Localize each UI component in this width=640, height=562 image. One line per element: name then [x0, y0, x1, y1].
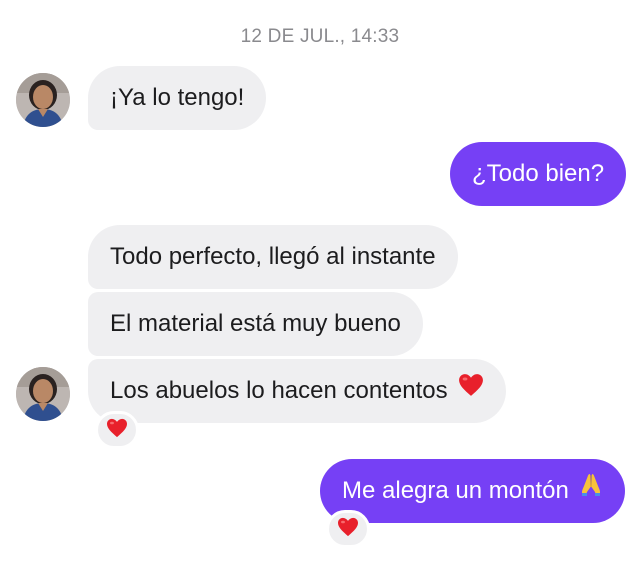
incoming-message-bubble[interactable]: Todo perfecto, llegó al instante	[88, 225, 458, 289]
contact-avatar[interactable]	[16, 73, 70, 127]
heart-icon	[106, 418, 128, 443]
message-text: ¡Ya lo tengo!	[110, 84, 245, 111]
outgoing-message-bubble[interactable]: ¿Todo bien?	[450, 142, 627, 206]
message-text: ¿Todo bien?	[472, 160, 605, 187]
incoming-message-bubble[interactable]: El material está muy bueno	[88, 292, 423, 356]
message-reaction[interactable]	[95, 411, 139, 449]
incoming-message-bubble[interactable]: Los abuelos lo hacen contentos	[88, 358, 507, 423]
heart-icon	[458, 358, 484, 422]
heart-icon	[337, 517, 359, 542]
message-text: Me alegra un montón	[342, 477, 569, 504]
contact-avatar[interactable]	[16, 367, 70, 421]
message-text: El material está muy bueno	[110, 310, 401, 337]
folded-hands-icon	[579, 458, 603, 522]
outgoing-message-bubble[interactable]: Me alegra un montón	[320, 458, 626, 523]
incoming-message-bubble[interactable]: ¡Ya lo tengo!	[88, 66, 267, 130]
message-reaction[interactable]	[326, 510, 370, 548]
message-timestamp: 12 DE JUL., 14:33	[240, 26, 400, 47]
message-text: Todo perfecto, llegó al instante	[110, 243, 436, 270]
message-text: Los abuelos lo hacen contentos	[110, 377, 448, 404]
